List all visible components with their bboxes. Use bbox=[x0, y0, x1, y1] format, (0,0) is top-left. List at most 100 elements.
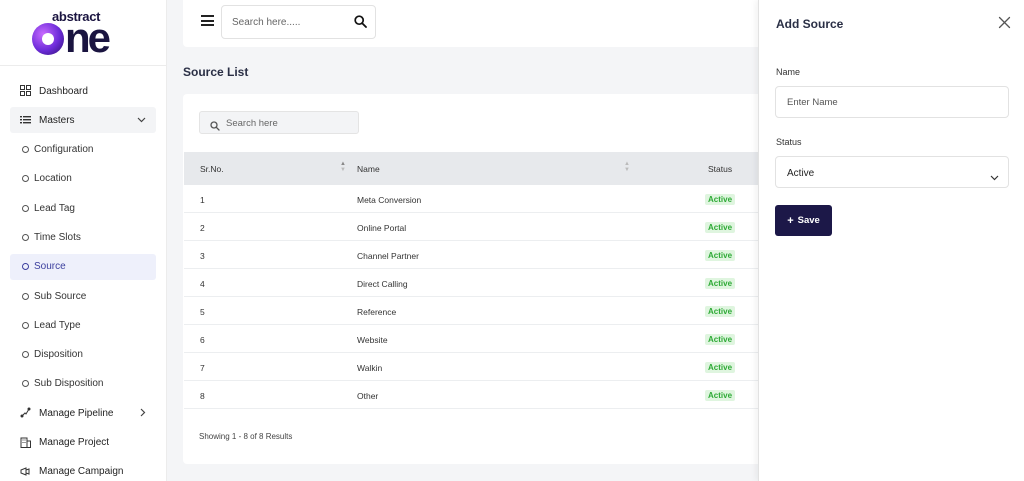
status-label: Status bbox=[776, 137, 802, 147]
source-table: Sr.No. ▲ ▼ Name ▲ ▼ Status 1 Meta Conversio… bbox=[184, 152, 783, 409]
column-header-sr[interactable]: Sr.No. bbox=[200, 164, 224, 174]
status-badge: Active bbox=[705, 222, 736, 233]
sidebar-item-label: Configuration bbox=[34, 144, 94, 156]
global-search bbox=[221, 5, 376, 39]
brand-logo[interactable]: abstract ne bbox=[0, 0, 166, 66]
circle-icon bbox=[22, 204, 29, 212]
table-header: Sr.No. ▲ ▼ Name ▲ ▼ Status bbox=[184, 152, 783, 185]
circle-icon bbox=[22, 263, 29, 271]
circle-icon bbox=[22, 146, 29, 154]
add-source-panel: Add Source Name Status Active + Save bbox=[758, 0, 1024, 481]
status-select[interactable]: Active bbox=[775, 156, 1009, 188]
column-header-name[interactable]: Name bbox=[357, 164, 380, 174]
cell-name: Channel Partner bbox=[357, 251, 419, 261]
status-badge: Active bbox=[705, 306, 736, 317]
close-icon[interactable] bbox=[998, 16, 1012, 30]
sidebar-item-masters[interactable]: Masters bbox=[10, 107, 156, 134]
pagination-summary: Showing 1 - 8 of 8 Results bbox=[199, 432, 293, 441]
sidebar-item-disposition[interactable]: Disposition bbox=[10, 342, 156, 368]
status-badge: Active bbox=[705, 362, 736, 373]
sidebar-item-lead-tag[interactable]: Lead Tag bbox=[10, 195, 156, 221]
table-row[interactable]: 2 Online Portal Active bbox=[184, 213, 783, 241]
cell-sr: 4 bbox=[200, 279, 205, 289]
table-row[interactable]: 3 Channel Partner Active bbox=[184, 241, 783, 269]
sort-icon[interactable]: ▲ ▼ bbox=[624, 161, 630, 173]
table-row[interactable]: 4 Direct Calling Active bbox=[184, 269, 783, 297]
table-row[interactable]: 5 Reference Active bbox=[184, 297, 783, 325]
plus-icon: + bbox=[787, 214, 794, 227]
status-badge: Active bbox=[705, 194, 736, 205]
building-icon bbox=[20, 437, 32, 449]
column-header-status[interactable]: Status bbox=[708, 164, 732, 174]
panel-title: Add Source bbox=[776, 17, 844, 31]
sidebar-item-location[interactable]: Location bbox=[10, 166, 156, 192]
circle-icon bbox=[22, 233, 29, 241]
table-row[interactable]: 1 Meta Conversion Active bbox=[184, 185, 783, 213]
sidebar-item-label: Disposition bbox=[34, 349, 83, 361]
sidebar-item-time-slots[interactable]: Time Slots bbox=[10, 224, 156, 250]
sidebar-item-label: Lead Tag bbox=[34, 202, 75, 214]
sort-icon[interactable]: ▲ ▼ bbox=[340, 161, 346, 173]
table-row[interactable]: 8 Other Active bbox=[184, 381, 783, 409]
circle-icon bbox=[22, 351, 29, 359]
menu-icon[interactable] bbox=[201, 15, 214, 26]
table-row[interactable]: 7 Walkin Active bbox=[184, 353, 783, 381]
sidebar-item-sub-source[interactable]: Sub Source bbox=[10, 283, 156, 309]
cell-sr: 1 bbox=[200, 195, 205, 205]
sidebar-item-manage-campaign[interactable]: Manage Campaign bbox=[10, 459, 156, 481]
sidebar: abstract ne Dashboard Masters Configurat… bbox=[0, 0, 167, 481]
sidebar-item-manage-pipeline[interactable]: Manage Pipeline bbox=[10, 400, 156, 426]
search-icon bbox=[210, 118, 220, 136]
sidebar-item-label: Source bbox=[34, 261, 66, 273]
sidebar-item-label: Manage Pipeline bbox=[39, 407, 114, 419]
table-row[interactable]: 6 Website Active bbox=[184, 325, 783, 353]
chevron-right-icon bbox=[140, 408, 146, 419]
save-button-label: Save bbox=[797, 215, 820, 226]
save-button[interactable]: + Save bbox=[775, 205, 832, 236]
cell-name: Meta Conversion bbox=[357, 195, 422, 205]
name-field bbox=[775, 86, 1009, 118]
cell-name: Other bbox=[357, 391, 379, 401]
search-icon[interactable] bbox=[354, 15, 367, 33]
sidebar-item-sub-disposition[interactable]: Sub Disposition bbox=[10, 371, 156, 397]
source-list-card: Sr.No. ▲▼ Name ▲▼ Status 1 Meta Conversio… bbox=[183, 94, 783, 464]
sidebar-item-label: Sub Disposition bbox=[34, 378, 104, 390]
sidebar-item-label: Location bbox=[34, 173, 72, 185]
status-badge: Active bbox=[705, 390, 736, 401]
brand-main-text: ne bbox=[65, 13, 111, 61]
cell-sr: 3 bbox=[200, 251, 205, 261]
sidebar-item-label: Manage Campaign bbox=[39, 466, 124, 478]
circle-icon bbox=[22, 292, 29, 300]
list-search-input[interactable] bbox=[226, 118, 346, 129]
global-search-input[interactable] bbox=[232, 17, 352, 28]
chevron-down-icon bbox=[990, 168, 999, 186]
cell-name: Walkin bbox=[357, 363, 383, 373]
cell-sr: 7 bbox=[200, 363, 205, 373]
status-select-value: Active bbox=[787, 168, 815, 179]
sidebar-item-manage-project[interactable]: Manage Project bbox=[10, 430, 156, 456]
cell-name: Reference bbox=[357, 307, 397, 317]
brand-o-icon bbox=[32, 22, 64, 55]
brand-main-word: ne bbox=[32, 13, 111, 61]
sidebar-item-source[interactable]: Source bbox=[10, 253, 156, 280]
sidebar-item-label: Lead Type bbox=[34, 319, 81, 331]
sidebar-item-label: Sub Source bbox=[34, 290, 87, 302]
sidebar-item-dashboard[interactable]: Dashboard bbox=[10, 78, 156, 104]
sidebar-item-label: Manage Project bbox=[39, 437, 110, 449]
cell-sr: 2 bbox=[200, 223, 205, 233]
cell-sr: 8 bbox=[200, 391, 205, 401]
sidebar-item-label: Dashboard bbox=[39, 85, 88, 97]
grid-icon bbox=[20, 85, 32, 97]
status-badge: Active bbox=[705, 334, 736, 345]
pipeline-icon bbox=[20, 407, 32, 419]
status-badge: Active bbox=[705, 250, 736, 261]
sidebar-nav: Dashboard Masters Configuration Location… bbox=[0, 66, 166, 481]
sidebar-item-configuration[interactable]: Configuration bbox=[10, 137, 156, 163]
sidebar-item-lead-type[interactable]: Lead Type bbox=[10, 312, 156, 338]
status-badge: Active bbox=[705, 278, 736, 289]
name-label: Name bbox=[776, 67, 801, 77]
name-input[interactable] bbox=[787, 97, 987, 108]
page-title: Source List bbox=[183, 65, 249, 79]
top-bar bbox=[183, 0, 783, 47]
circle-icon bbox=[22, 321, 29, 329]
